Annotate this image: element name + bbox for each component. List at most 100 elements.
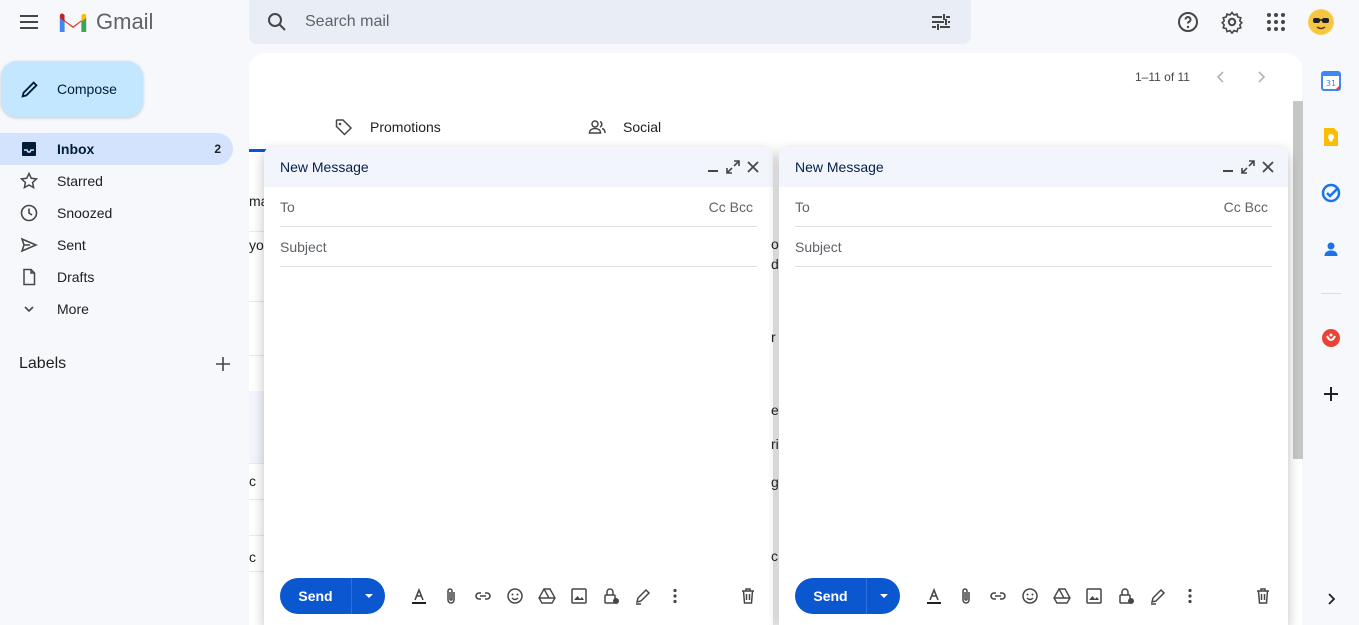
- formatting-tools: [912, 586, 1200, 606]
- tab-promotions[interactable]: Promotions: [334, 117, 441, 137]
- insert-photo-icon[interactable]: [1084, 586, 1104, 606]
- sidebar-item-label: Starred: [57, 173, 103, 189]
- draft-icon: [19, 267, 39, 287]
- account-avatar[interactable]: [1308, 9, 1334, 35]
- sidebar-item-drafts[interactable]: Drafts: [0, 261, 233, 293]
- tab-social[interactable]: Social: [587, 117, 661, 137]
- expand-icon[interactable]: [1240, 159, 1256, 175]
- text-format-icon[interactable]: [924, 586, 944, 606]
- send-button[interactable]: Send: [795, 578, 867, 614]
- send-button-group: Send: [795, 578, 900, 614]
- sidebar-item-inbox[interactable]: Inbox 2: [0, 133, 233, 165]
- labels-title: Labels: [19, 355, 67, 372]
- compose-title: New Message: [280, 159, 369, 175]
- sidebar-item-snoozed[interactable]: Snoozed: [0, 197, 233, 229]
- tab-label: Promotions: [370, 119, 441, 135]
- chevron-left-icon[interactable]: [1211, 67, 1231, 87]
- search-icon[interactable]: [265, 10, 289, 34]
- chevron-down-icon: [19, 299, 39, 319]
- compose-button[interactable]: Compose: [1, 61, 143, 117]
- to-field[interactable]: To Cc Bcc: [795, 187, 1272, 227]
- apps-grid-icon[interactable]: [1264, 10, 1288, 34]
- emoji-icon[interactable]: [505, 586, 525, 606]
- signature-pen-icon[interactable]: [1148, 586, 1168, 606]
- sidebar-item-sent[interactable]: Sent: [0, 229, 233, 261]
- minimize-icon[interactable]: [705, 159, 721, 175]
- subject-field: [280, 227, 757, 267]
- compose-window: New Message To Cc Bcc Send: [264, 147, 773, 625]
- to-field[interactable]: To Cc Bcc: [280, 187, 757, 227]
- more-options-icon[interactable]: [1180, 586, 1200, 606]
- signature-pen-icon[interactable]: [633, 586, 653, 606]
- gmail-logo[interactable]: Gmail: [58, 9, 153, 35]
- rail-divider: [1321, 293, 1341, 294]
- partial-row-text: yo: [249, 237, 264, 253]
- sidebar-item-label: More: [57, 301, 89, 317]
- minimize-icon[interactable]: [1220, 159, 1236, 175]
- sidebar-item-label: Snoozed: [57, 205, 113, 221]
- send-options-icon[interactable]: [352, 578, 385, 614]
- people-icon: [587, 117, 607, 137]
- help-icon[interactable]: [1176, 10, 1200, 34]
- send-options-icon[interactable]: [867, 578, 900, 614]
- compose-header[interactable]: New Message: [264, 147, 773, 187]
- insert-link-icon[interactable]: [473, 586, 493, 606]
- emoji-icon[interactable]: [1020, 586, 1040, 606]
- svg-text:31: 31: [1326, 79, 1336, 88]
- side-apps-rail: 31: [1302, 53, 1359, 625]
- send-button[interactable]: Send: [280, 578, 352, 614]
- confidential-mode-icon[interactable]: [601, 586, 621, 606]
- sidebar-item-starred[interactable]: Starred: [0, 165, 233, 197]
- keep-icon[interactable]: [1321, 127, 1341, 147]
- gmail-m-icon: [59, 13, 87, 32]
- partial-row-text: ri: [771, 436, 779, 452]
- clock-icon: [19, 203, 39, 223]
- close-icon[interactable]: [745, 159, 761, 175]
- discard-draft-icon[interactable]: [1253, 586, 1273, 606]
- cc-bcc-link[interactable]: Cc Bcc: [709, 199, 753, 215]
- header-actions: [1176, 9, 1334, 35]
- compose-toolbar: Send: [280, 578, 758, 614]
- subject-field: [795, 227, 1272, 267]
- partial-row-text: c: [249, 549, 256, 565]
- settings-gear-icon[interactable]: [1220, 10, 1244, 34]
- get-add-ons-icon[interactable]: [1321, 384, 1341, 404]
- add-label-icon[interactable]: [213, 354, 233, 374]
- calendar-icon[interactable]: 31: [1321, 71, 1341, 91]
- search-options-icon[interactable]: [929, 10, 953, 34]
- sidebar-item-more[interactable]: More: [0, 293, 233, 325]
- attach-file-icon[interactable]: [441, 586, 461, 606]
- contacts-icon[interactable]: [1321, 239, 1341, 259]
- send-icon: [19, 235, 39, 255]
- cc-bcc-link[interactable]: Cc Bcc: [1224, 199, 1268, 215]
- insert-link-icon[interactable]: [988, 586, 1008, 606]
- expand-panel-chevron-icon[interactable]: [1321, 589, 1341, 609]
- add-on-app-icon[interactable]: [1321, 328, 1341, 348]
- chevron-right-icon[interactable]: [1251, 67, 1271, 87]
- partial-row-text: c: [771, 548, 778, 564]
- google-drive-icon[interactable]: [537, 586, 557, 606]
- compose-header[interactable]: New Message: [779, 147, 1288, 187]
- subject-input[interactable]: [795, 238, 1272, 255]
- subject-input[interactable]: [280, 238, 757, 255]
- search-input[interactable]: [305, 13, 905, 31]
- expand-icon[interactable]: [725, 159, 741, 175]
- text-format-icon[interactable]: [409, 586, 429, 606]
- compose-label: Compose: [57, 81, 117, 97]
- google-drive-icon[interactable]: [1052, 586, 1072, 606]
- main-menu-icon[interactable]: [17, 10, 41, 34]
- partial-row-text: e: [771, 402, 779, 418]
- send-button-group: Send: [280, 578, 385, 614]
- tab-label: Social: [623, 119, 662, 135]
- confidential-mode-icon[interactable]: [1116, 586, 1136, 606]
- insert-photo-icon[interactable]: [569, 586, 589, 606]
- discard-draft-icon[interactable]: [738, 586, 758, 606]
- search-bar: [249, 0, 971, 44]
- tasks-icon[interactable]: [1321, 183, 1341, 203]
- app-name: Gmail: [96, 9, 154, 34]
- attach-file-icon[interactable]: [956, 586, 976, 606]
- more-options-icon[interactable]: [665, 586, 685, 606]
- close-icon[interactable]: [1260, 159, 1276, 175]
- formatting-tools: [397, 586, 685, 606]
- pencil-icon: [19, 78, 41, 100]
